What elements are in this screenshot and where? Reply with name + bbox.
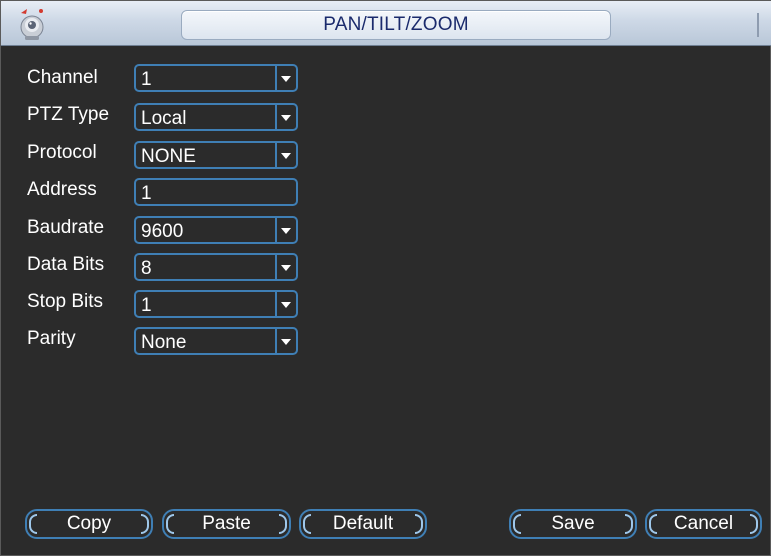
channel-label: Channel <box>27 67 98 88</box>
data-bits-dropdown[interactable]: 8 <box>134 253 298 281</box>
stop-bits-value: 1 <box>141 295 152 316</box>
dropdown-separator <box>275 143 277 167</box>
dropdown-separator <box>275 329 277 353</box>
protocol-dropdown[interactable]: NONE <box>134 141 298 169</box>
chevron-down-icon[interactable] <box>281 228 291 234</box>
title-bar: PAN/TILT/ZOOM <box>1 1 771 46</box>
protocol-label: Protocol <box>27 142 97 163</box>
paste-button[interactable]: Paste <box>162 509 291 539</box>
dropdown-separator <box>275 105 277 129</box>
chevron-down-icon[interactable] <box>281 153 291 159</box>
copy-button[interactable]: Copy <box>25 509 153 539</box>
parity-value: None <box>141 332 187 353</box>
ptz-type-value: Local <box>141 108 187 129</box>
chevron-down-icon[interactable] <box>281 302 291 308</box>
protocol-value: NONE <box>141 146 196 167</box>
address-label: Address <box>27 179 97 200</box>
chevron-down-icon[interactable] <box>281 265 291 271</box>
dropdown-separator <box>275 292 277 316</box>
baudrate-value: 9600 <box>141 221 184 242</box>
channel-value: 1 <box>141 69 152 90</box>
ptz-settings-window: PAN/TILT/ZOOM Channel 1 PTZ Type Local P… <box>0 0 771 556</box>
chevron-down-icon[interactable] <box>281 76 291 82</box>
cancel-button[interactable]: Cancel <box>645 509 762 539</box>
data-bits-value: 8 <box>141 258 152 279</box>
save-button[interactable]: Save <box>509 509 637 539</box>
dropdown-separator <box>275 218 277 242</box>
ptz-type-label: PTZ Type <box>27 104 110 125</box>
channel-dropdown[interactable]: 1 <box>134 64 298 92</box>
camera-app-icon <box>20 9 44 40</box>
parity-label: Parity <box>27 328 76 349</box>
ptz-type-dropdown[interactable]: Local <box>134 103 298 131</box>
chevron-down-icon[interactable] <box>281 115 291 121</box>
window-title: PAN/TILT/ZOOM <box>323 14 469 35</box>
address-input[interactable]: 1 <box>134 178 298 206</box>
data-bits-label: Data Bits <box>27 254 105 275</box>
chevron-down-icon[interactable] <box>281 339 291 345</box>
window-edge-handle[interactable] <box>757 13 769 37</box>
baudrate-dropdown[interactable]: 9600 <box>134 216 298 244</box>
stop-bits-dropdown[interactable]: 1 <box>134 290 298 318</box>
dropdown-separator <box>275 255 277 279</box>
default-button[interactable]: Default <box>299 509 427 539</box>
stop-bits-label: Stop Bits <box>27 291 104 312</box>
baudrate-label: Baudrate <box>27 217 105 238</box>
parity-dropdown[interactable]: None <box>134 327 298 355</box>
dropdown-separator <box>275 66 277 90</box>
address-value: 1 <box>141 183 152 204</box>
title-pill: PAN/TILT/ZOOM <box>181 10 611 40</box>
